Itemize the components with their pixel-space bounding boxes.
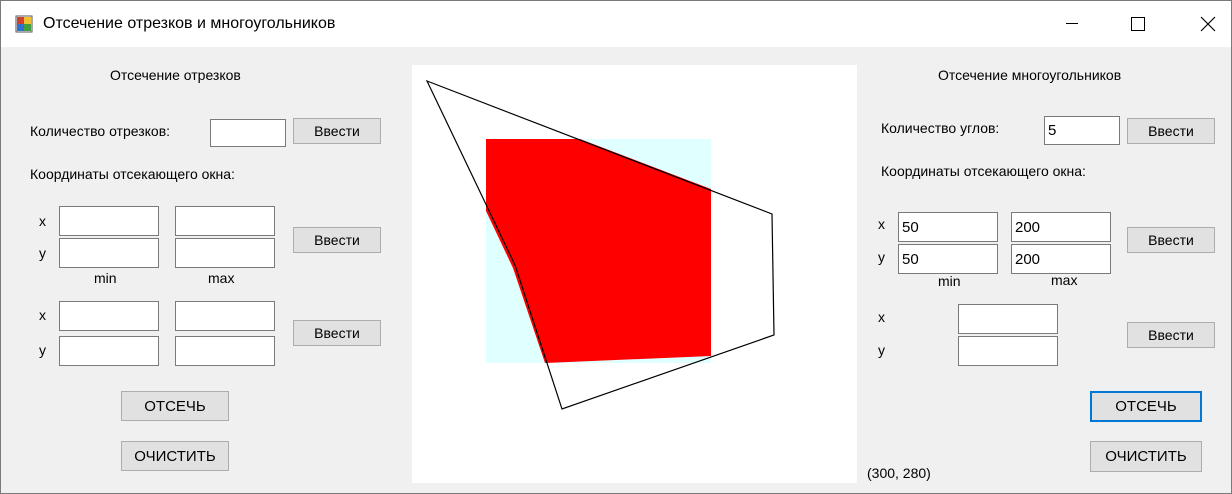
polygons-angles-input[interactable] bbox=[1044, 116, 1120, 145]
segments-x-max-input[interactable] bbox=[175, 206, 275, 236]
segments-x-label: x bbox=[39, 213, 46, 229]
segments-point-y1-input[interactable] bbox=[59, 336, 159, 366]
segments-min-label: min bbox=[94, 270, 117, 286]
polygons-x-min-input[interactable] bbox=[898, 212, 998, 242]
polygons-window-button[interactable]: Ввести bbox=[1127, 227, 1215, 253]
segments-clip-button[interactable]: ОТСЕЧЬ bbox=[121, 391, 229, 421]
polygons-y-max-input[interactable] bbox=[1011, 244, 1111, 274]
segments-x-min-input[interactable] bbox=[59, 206, 159, 236]
segments-window-button[interactable]: Ввести bbox=[293, 227, 381, 253]
polygons-y-label: y bbox=[878, 249, 885, 265]
main-window: Отсечение отрезков и многоугольников Отс… bbox=[0, 0, 1232, 494]
segments-point-x2-input[interactable] bbox=[175, 301, 275, 331]
canvas-drawing bbox=[425, 79, 775, 410]
polygons-heading: Отсечение многоугольников bbox=[938, 67, 1122, 83]
segments-count-input[interactable] bbox=[210, 119, 286, 147]
polygons-y-min-input[interactable] bbox=[898, 244, 998, 274]
segments-y-max-input[interactable] bbox=[175, 238, 275, 268]
maximize-icon[interactable] bbox=[1115, 1, 1161, 47]
polygons-window-label: Координаты отсекающего окна: bbox=[881, 163, 1086, 179]
segments-y-min-input[interactable] bbox=[59, 238, 159, 268]
segments-point-y-label: y bbox=[39, 342, 46, 358]
segments-window-label: Координаты отсекающего окна: bbox=[30, 166, 235, 182]
polygons-point-x-input[interactable] bbox=[958, 304, 1058, 334]
segments-count-button[interactable]: Ввести bbox=[293, 118, 381, 144]
segments-point-x-label: x bbox=[39, 307, 46, 323]
app-icon bbox=[15, 15, 33, 33]
drawing-canvas[interactable] bbox=[412, 65, 857, 483]
polygons-min-label: min bbox=[938, 273, 961, 289]
polygons-x-label: x bbox=[878, 216, 885, 232]
polygons-clip-button[interactable]: ОТСЕЧЬ bbox=[1090, 391, 1202, 422]
window-title: Отсечение отрезков и многоугольников bbox=[43, 15, 336, 32]
polygons-point-y-input[interactable] bbox=[958, 336, 1058, 366]
segments-y-label: y bbox=[39, 245, 46, 261]
polygons-max-label: max bbox=[1051, 272, 1078, 288]
cursor-coordinates: (300, 280) bbox=[867, 465, 931, 481]
polygons-angles-label: Количество углов: bbox=[881, 120, 1000, 136]
polygons-point-y-label: y bbox=[878, 342, 885, 358]
segments-heading: Отсечение отрезков bbox=[110, 67, 241, 83]
minimize-icon[interactable] bbox=[1049, 1, 1095, 47]
polygons-clear-button[interactable]: ОЧИСТИТЬ bbox=[1090, 441, 1202, 472]
segments-point-y2-input[interactable] bbox=[175, 336, 275, 366]
polygons-x-max-input[interactable] bbox=[1011, 212, 1111, 242]
polygons-angles-button[interactable]: Ввести bbox=[1127, 118, 1215, 144]
segments-clear-button[interactable]: ОЧИСТИТЬ bbox=[121, 441, 229, 471]
polygons-point-x-label: x bbox=[878, 309, 885, 325]
segments-max-label: max bbox=[208, 270, 235, 286]
title-bar[interactable]: Отсечение отрезков и многоугольников bbox=[1, 1, 1231, 47]
segments-count-label: Количество отрезков: bbox=[30, 123, 171, 139]
close-icon[interactable] bbox=[1185, 1, 1231, 47]
segments-point-button[interactable]: Ввести bbox=[293, 320, 381, 346]
polygons-point-button[interactable]: Ввести bbox=[1127, 322, 1215, 348]
segments-point-x1-input[interactable] bbox=[59, 301, 159, 331]
